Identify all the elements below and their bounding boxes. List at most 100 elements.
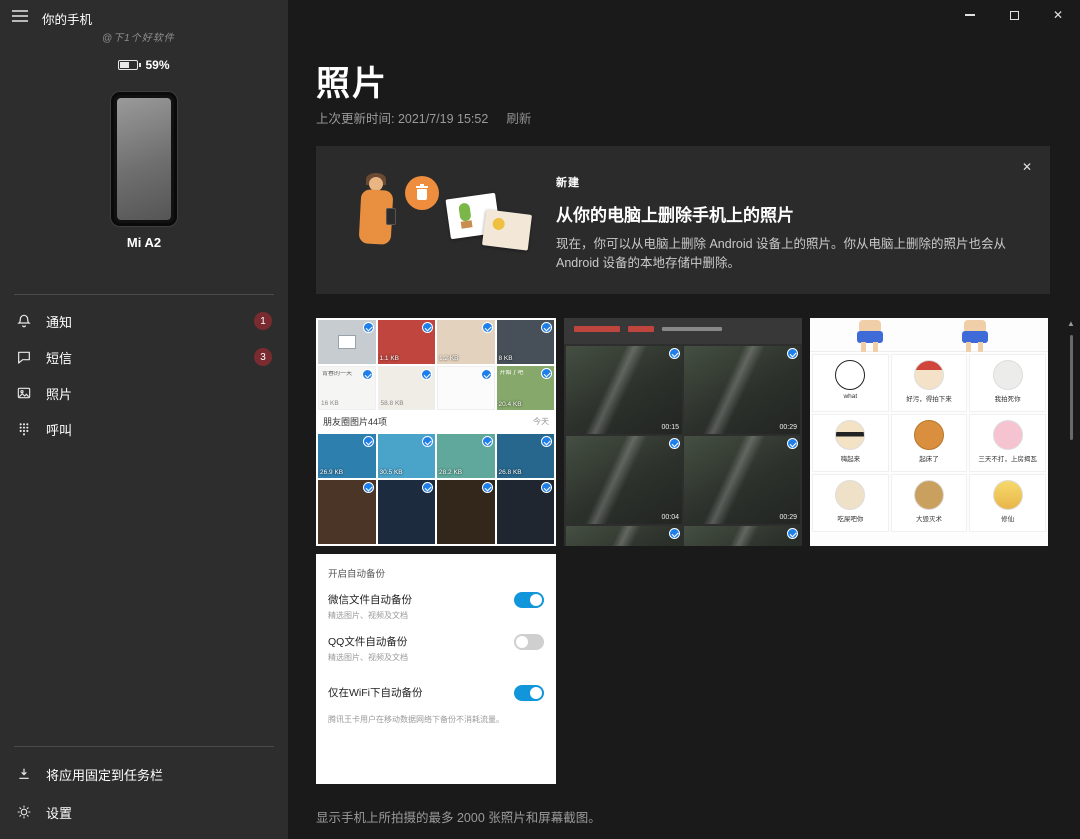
thumb-cell: 开始了吧20.4 KB bbox=[497, 366, 555, 410]
message-icon bbox=[16, 349, 32, 365]
check-icon bbox=[422, 322, 433, 333]
refresh-button[interactable]: 刷新 bbox=[506, 108, 531, 127]
video-grid: 00:15 00:29 00:04 00:29 00:30 00:04 bbox=[564, 344, 802, 546]
menu-button[interactable] bbox=[11, 9, 29, 23]
meme-top-strip bbox=[810, 318, 1048, 352]
photo-item-wechat-screenshot[interactable]: 1.1 KB 1.2 KB 8 KB 青春的一天 16 KB 58.8 KB 开始… bbox=[316, 318, 556, 546]
sidebar: 你的手机 @下1个好软件 59% Mi A2 通知 1 短信 bbox=[0, 0, 288, 839]
minimize-icon bbox=[965, 14, 975, 16]
thumb-cell bbox=[437, 480, 495, 544]
check-icon bbox=[541, 482, 552, 493]
banner-illustration bbox=[350, 170, 540, 272]
meme-cell: 嗨起来 bbox=[812, 414, 889, 472]
toggle-off-icon bbox=[514, 634, 544, 650]
minimize-button[interactable] bbox=[948, 0, 992, 30]
video-thumb-cell: 00:29 bbox=[684, 436, 800, 524]
pin-icon bbox=[16, 766, 32, 782]
toggle-on-icon bbox=[514, 592, 544, 608]
thumb-row: 1.1 KB 1.2 KB 8 KB bbox=[316, 320, 556, 364]
message-badge: 3 bbox=[254, 348, 272, 366]
photo-item-video-screenshot[interactable]: 00:15 00:29 00:04 00:29 00:30 00:04 bbox=[564, 318, 802, 546]
check-icon bbox=[787, 438, 798, 449]
photo-item-backup-settings-screenshot[interactable]: 开启自动备份 微信文件自动备份 精选图片、视频及文档 QQ文件自动备份 精选图片… bbox=[316, 554, 556, 784]
video-thumb-cell: 00:30 bbox=[566, 526, 682, 546]
pin-to-taskbar-button[interactable]: 将应用固定到任务栏 bbox=[0, 755, 288, 793]
meme-caption: 吃屎吧你 bbox=[813, 513, 888, 523]
thumb-text: 青春的一天 bbox=[322, 371, 352, 379]
thumb-cell: 8 KB bbox=[497, 320, 555, 364]
check-icon bbox=[669, 438, 680, 449]
thumb-cell: 58.8 KB bbox=[378, 366, 436, 410]
backup-row-title: 仅在WiFi下自动备份 bbox=[328, 685, 514, 700]
battery-percent: 59% bbox=[145, 58, 169, 72]
meme-cell: 三天不打，上房揭瓦 bbox=[969, 414, 1046, 472]
backup-row-wifi: 仅在WiFi下自动备份 bbox=[328, 685, 544, 701]
backup-note: 腾讯王卡用户在移动数据网络下备份不消耗流量。 bbox=[328, 714, 518, 726]
photo-card-illustration bbox=[482, 209, 532, 250]
meme-face bbox=[993, 420, 1023, 450]
check-icon bbox=[541, 322, 552, 333]
check-icon bbox=[669, 348, 680, 359]
scroll-up-arrow[interactable]: ▲ bbox=[1065, 318, 1077, 330]
video-duration-label: 00:29 bbox=[779, 424, 797, 431]
sidebar-item-notifications[interactable]: 通知 1 bbox=[0, 303, 288, 339]
notification-badge: 1 bbox=[254, 312, 272, 330]
bell-icon bbox=[16, 313, 32, 329]
thumb-cell: 26.9 KB bbox=[318, 434, 376, 478]
sidebar-item-calls[interactable]: 呼叫 bbox=[0, 411, 288, 447]
check-icon bbox=[421, 369, 432, 380]
page-meta: 上次更新时间: 2021/7/19 15:52 刷新 bbox=[316, 108, 531, 127]
banner-title: 从你的电脑上删除手机上的照片 bbox=[556, 201, 1036, 226]
album-time: 今天 bbox=[533, 416, 549, 427]
meme-face bbox=[914, 360, 944, 390]
thumb-row: 26.9 KB 30.5 KB 28.2 KB 26.8 KB bbox=[316, 434, 556, 478]
gallery-footer-note: 显示手机上所拍摄的最多 2000 张照片和屏幕截图。 bbox=[316, 807, 601, 826]
file-size-label: 28.2 KB bbox=[439, 469, 462, 476]
close-icon: ✕ bbox=[1053, 8, 1063, 22]
meme-cell: 修仙 bbox=[969, 474, 1046, 532]
close-button[interactable]: ✕ bbox=[1036, 0, 1080, 30]
meme-cell: 好污，得拍下来 bbox=[891, 354, 968, 412]
meme-cell: what bbox=[812, 354, 889, 412]
backup-row-qq: QQ文件自动备份 精选图片、视频及文档 bbox=[328, 634, 544, 663]
check-icon bbox=[481, 369, 492, 380]
check-icon bbox=[482, 482, 493, 493]
backup-header: 开启自动备份 bbox=[328, 566, 544, 580]
watermark-text: @下1个好软件 bbox=[102, 29, 175, 44]
file-size-label: 58.8 KB bbox=[381, 400, 404, 407]
trash-icon bbox=[405, 176, 439, 210]
meme-caption: 起床了 bbox=[892, 453, 967, 463]
battery-icon bbox=[118, 60, 138, 70]
check-icon bbox=[363, 436, 374, 447]
backup-row-subtitle: 精选图片、视频及文档 bbox=[328, 652, 514, 663]
your-phone-app-window: 你的手机 @下1个好软件 59% Mi A2 通知 1 短信 bbox=[0, 0, 1080, 839]
meme-caption: 大毁灭术 bbox=[892, 513, 967, 523]
meme-caption: 三天不打，上房揭瓦 bbox=[970, 453, 1045, 463]
meme-grid: what 好污，得拍下来 我拍死你 嗨起来 起床了 三天不打，上房揭瓦 吃屎吧你… bbox=[810, 352, 1048, 534]
banner-close-button[interactable]: ✕ bbox=[1016, 156, 1038, 178]
meme-face bbox=[914, 480, 944, 510]
meme-face bbox=[835, 360, 865, 390]
photo-item-meme-screenshot[interactable]: what 好污，得拍下来 我拍死你 嗨起来 起床了 三天不打，上房揭瓦 吃屎吧你… bbox=[810, 318, 1048, 546]
delete-photos-banner: 新建 从你的电脑上删除手机上的照片 现在，你可以从电脑上删除 Android 设… bbox=[316, 146, 1050, 294]
file-size-label: 20.4 KB bbox=[499, 401, 522, 408]
phone-preview bbox=[111, 92, 177, 226]
backup-row-wechat: 微信文件自动备份 精选图片、视频及文档 bbox=[328, 592, 544, 621]
scrollbar-thumb[interactable] bbox=[1070, 335, 1073, 440]
maximize-button[interactable] bbox=[992, 0, 1036, 30]
check-icon bbox=[482, 322, 493, 333]
close-icon: ✕ bbox=[1022, 160, 1032, 174]
file-size-label: 1.2 KB bbox=[439, 355, 459, 362]
photo-gallery: 1.1 KB 1.2 KB 8 KB 青春的一天 16 KB 58.8 KB 开始… bbox=[316, 318, 1048, 784]
file-size-label: 30.5 KB bbox=[380, 469, 403, 476]
check-icon bbox=[541, 436, 552, 447]
sidebar-item-photos[interactable]: 照片 bbox=[0, 375, 288, 411]
thumb-cell bbox=[437, 366, 495, 410]
settings-button[interactable]: 设置 bbox=[0, 793, 288, 831]
thumb-cell bbox=[318, 480, 376, 544]
video-duration-label: 00:29 bbox=[779, 514, 797, 521]
scrollbar[interactable]: ▲ bbox=[1065, 318, 1077, 805]
sidebar-item-messages[interactable]: 短信 3 bbox=[0, 339, 288, 375]
check-icon bbox=[362, 369, 373, 380]
file-size-label: 16 KB bbox=[321, 400, 339, 407]
